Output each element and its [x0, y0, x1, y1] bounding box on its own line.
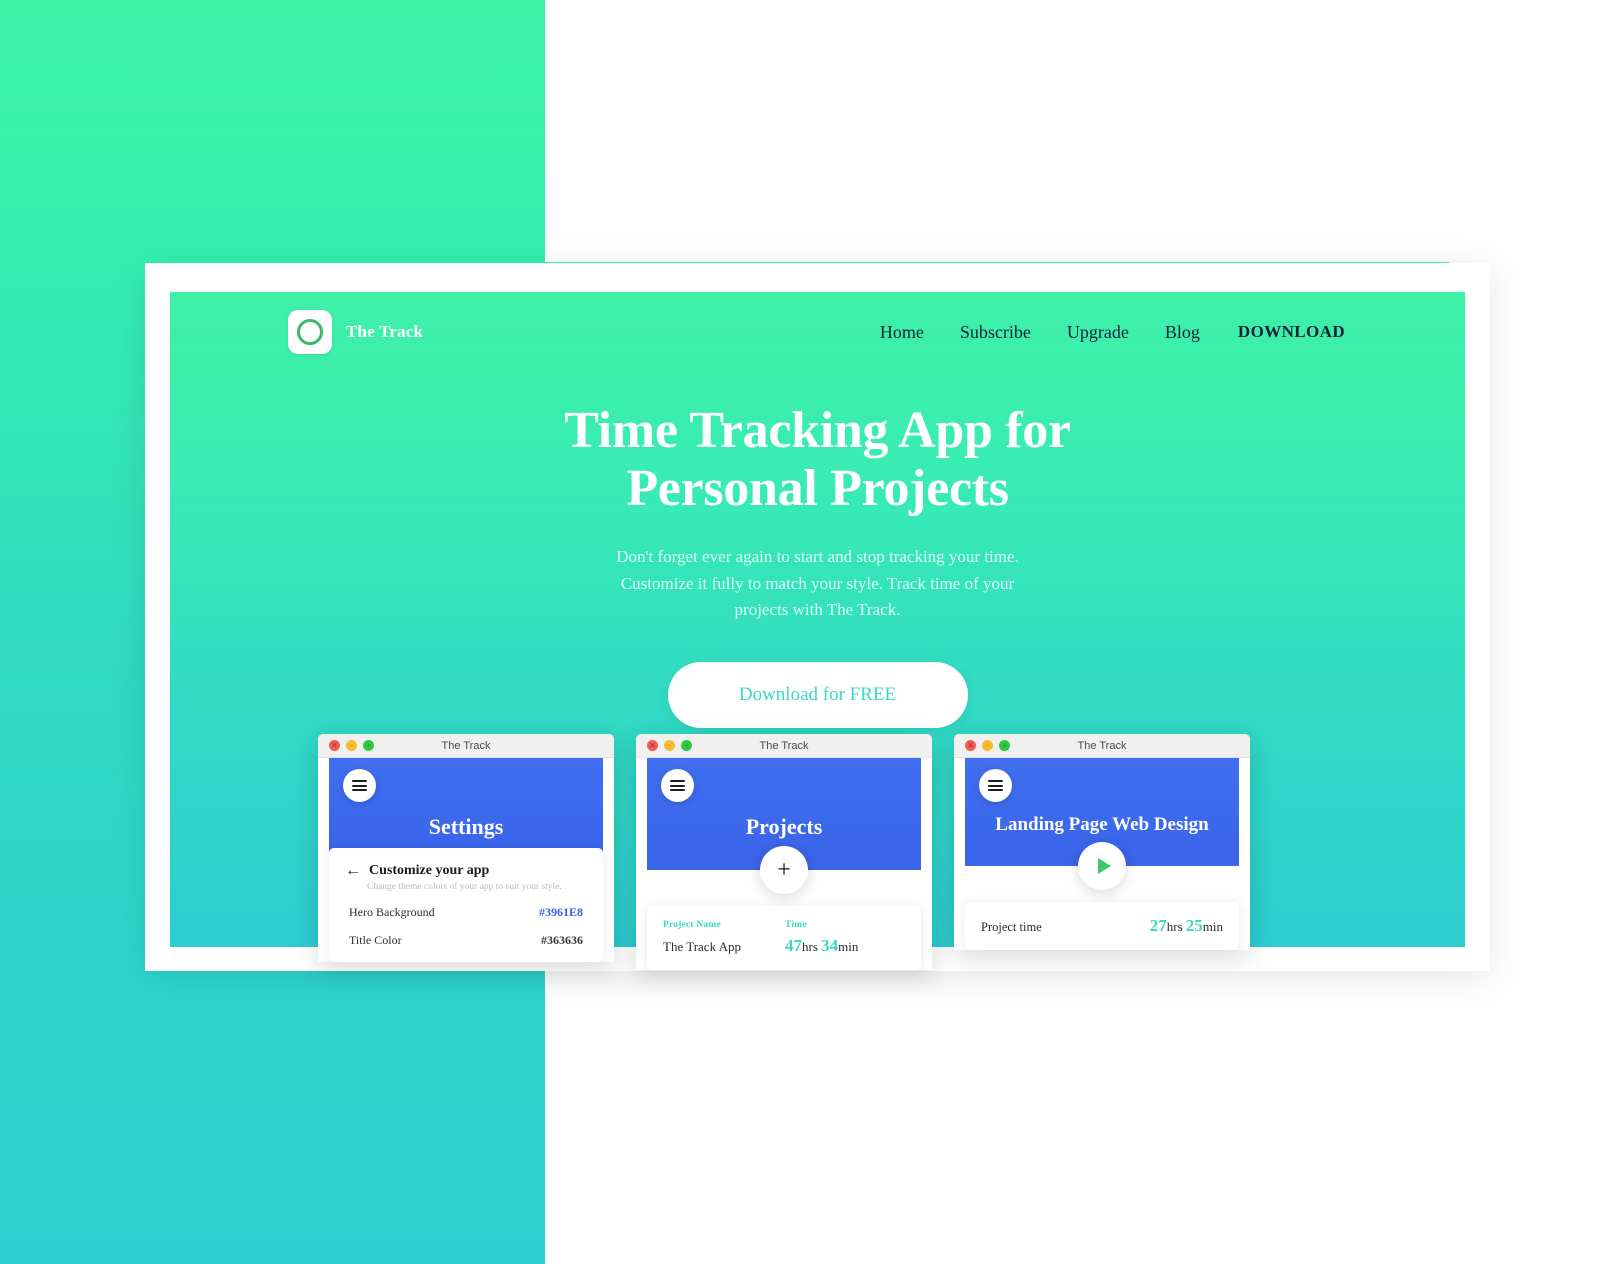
pref-row-hero-background[interactable]: Hero Background #3961E8 [345, 892, 587, 920]
hero-title-line2: Personal Projects [626, 460, 1009, 518]
card-head: ← Customize your app [345, 862, 587, 880]
page-title: Time Tracking App for Personal Projects [170, 402, 1465, 518]
window-title-bar: ✕ − + The Track [954, 734, 1250, 758]
column-header-project-name: Project Name [663, 920, 721, 930]
card-subtitle: Change theme colors of your app to suit … [367, 882, 562, 892]
detail-hours-unit: hrs [1166, 919, 1183, 934]
column-header-time: Time [785, 920, 807, 930]
projects-table-card: Project Name Time The Track App 47 hrs 34… [647, 906, 921, 970]
hero-copy: Time Tracking App for Personal Projects … [170, 402, 1465, 728]
pref-value: #363636 [541, 933, 583, 947]
pref-label: Title Color [349, 933, 402, 947]
table-row[interactable]: The Track App 47 hrs 34 min [663, 936, 905, 956]
cell-time-minutes: 34 [821, 936, 839, 955]
cell-time-hours: 47 [785, 936, 802, 955]
window-body: Projects + Project Name Time The Track A… [636, 758, 932, 970]
pref-label: Hero Background [349, 905, 435, 919]
brand-name: The Track [346, 322, 424, 341]
detail-hours: 27 [1149, 916, 1167, 935]
app-hero-settings: Settings [329, 758, 603, 862]
table-header: Project Name Time [663, 920, 905, 930]
cell-time-minutes-unit: min [838, 939, 859, 954]
window-title: The Track [759, 739, 809, 752]
nav-link-subscribe[interactable]: Subscribe [960, 322, 1031, 343]
main-nav: Home Subscribe Upgrade Blog DOWNLOAD [880, 322, 1347, 343]
window-body: Landing Page Web Design Project time 27h… [954, 758, 1250, 950]
hamburger-menu-icon[interactable] [343, 769, 376, 802]
hamburger-menu-icon[interactable] [979, 769, 1012, 802]
project-time-row: Project time 27hrs 25min [981, 916, 1223, 936]
plus-icon[interactable]: + [760, 846, 808, 894]
pref-value: #3961E8 [538, 905, 583, 919]
project-time-label: Project time [981, 920, 1042, 934]
app-window-projects[interactable]: ✕ − + The Track Projects + Project Name … [636, 734, 932, 970]
customize-card: ← Customize your app Change theme colors… [329, 848, 603, 962]
nav-link-blog[interactable]: Blog [1165, 322, 1200, 343]
download-cta-button[interactable]: Download for FREE [667, 661, 968, 728]
pref-row-title-color[interactable]: Title Color #363636 [345, 920, 587, 948]
hero-subtitle: Don't forget ever again to start and sto… [616, 547, 1019, 620]
circle-ring-logo-icon [288, 310, 332, 354]
window-title: The Track [1077, 739, 1127, 752]
app-hero-projects: Projects + [647, 758, 921, 894]
hero-title-line1: Time Tracking App for [564, 402, 1071, 459]
window-title-bar: ✕ − + The Track [636, 734, 932, 758]
site-header: The Track Home Subscribe Upgrade Blog DO… [170, 292, 1465, 372]
detail-minutes-unit: min [1202, 919, 1223, 934]
nav-link-home[interactable]: Home [880, 322, 924, 343]
app-window-project-detail[interactable]: ✕ − + The Track Landing Page Web Design … [954, 734, 1250, 950]
project-time-card: Project time 27hrs 25min [965, 902, 1239, 950]
app-screen-title: Projects [745, 814, 823, 839]
nav-link-download[interactable]: DOWNLOAD [1235, 322, 1347, 343]
play-icon[interactable] [1078, 842, 1126, 890]
download-label: DOWNLOAD [1237, 322, 1345, 341]
hamburger-menu-icon[interactable] [661, 769, 694, 802]
brand[interactable]: The Track [288, 310, 423, 354]
window-body: Settings ← Customize your app Change the… [318, 758, 614, 962]
window-title: The Track [441, 739, 491, 752]
app-screen-title: Settings [428, 814, 504, 839]
back-arrow-icon[interactable]: ← [345, 862, 361, 880]
window-title-bar: ✕ − + The Track [318, 734, 614, 758]
project-time-value: 27hrs 25min [1150, 916, 1223, 936]
cell-project-name: The Track App [663, 939, 741, 954]
app-window-settings[interactable]: ✕ − + The Track Settings ← Customize you… [318, 734, 614, 962]
app-hero-detail: Landing Page Web Design [965, 758, 1239, 890]
cell-time-hours-unit: hrs [802, 939, 818, 954]
card-title: Customize your app [369, 863, 490, 878]
detail-minutes: 25 [1185, 916, 1203, 935]
nav-link-upgrade[interactable]: Upgrade [1067, 322, 1129, 343]
app-screen-title: Landing Page Web Design [995, 814, 1209, 835]
